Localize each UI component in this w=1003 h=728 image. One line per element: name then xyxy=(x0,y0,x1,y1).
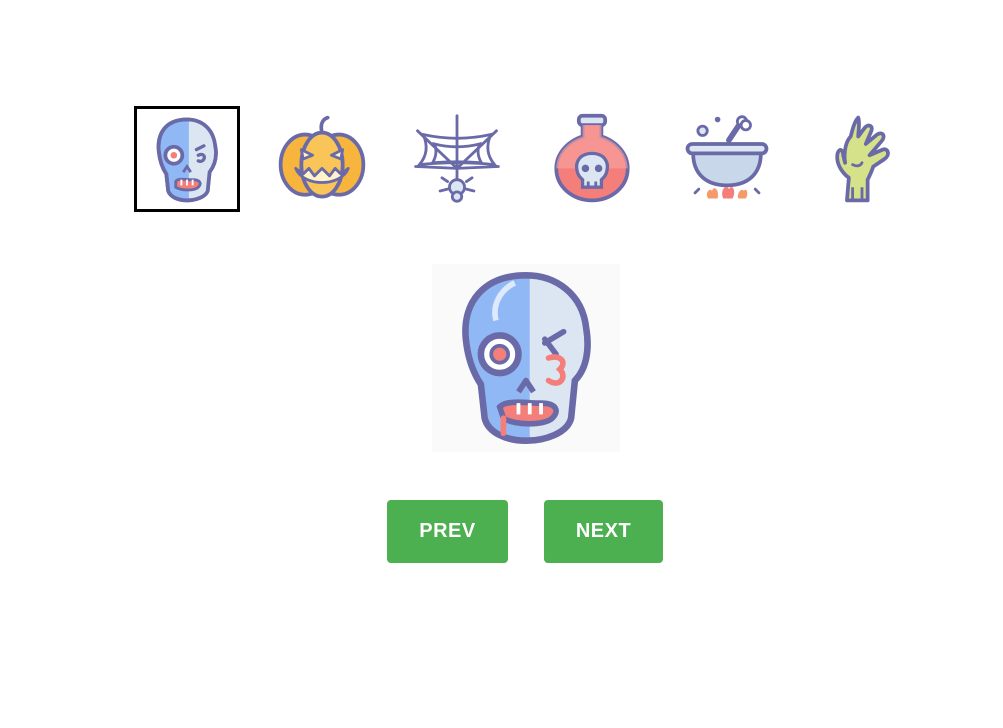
thumbnail-skull[interactable] xyxy=(134,106,240,212)
prev-button[interactable]: PREV xyxy=(387,500,508,563)
poison-potion-icon xyxy=(554,113,630,203)
next-button[interactable]: NEXT xyxy=(544,500,663,563)
skull-icon xyxy=(462,271,591,445)
image-gallery: PREV NEXT xyxy=(0,0,1003,728)
preview-image xyxy=(432,264,620,452)
thumbnail-cauldron[interactable] xyxy=(680,112,774,206)
cauldron-icon xyxy=(685,115,769,199)
thumbnail-zombie-hand[interactable] xyxy=(815,112,909,206)
skull-icon xyxy=(156,117,218,203)
thumbnail-pumpkin[interactable] xyxy=(275,112,369,206)
thumbnail-poison-potion[interactable] xyxy=(545,112,639,206)
thumbnail-spider-web[interactable] xyxy=(410,112,504,206)
pumpkin-icon xyxy=(278,115,366,199)
spider-web-icon xyxy=(414,114,500,203)
zombie-hand-icon xyxy=(835,115,890,203)
